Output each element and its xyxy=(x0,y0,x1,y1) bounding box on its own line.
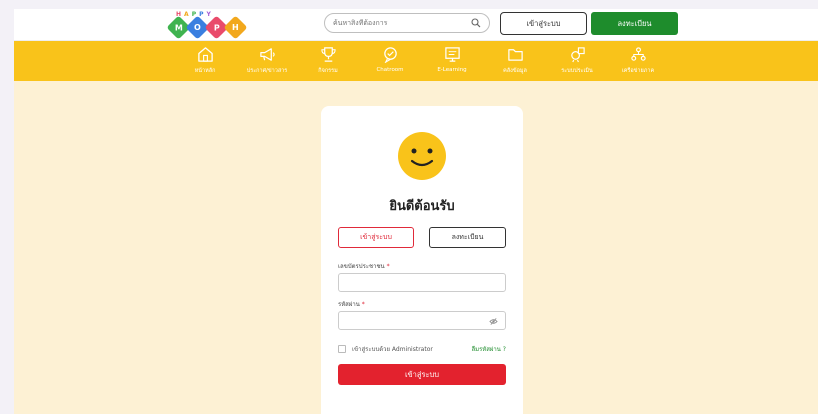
logo-letter: H xyxy=(232,22,239,32)
logo-letter: O xyxy=(194,23,201,32)
nav-label: E-Learning xyxy=(437,67,467,73)
chat-icon xyxy=(383,47,397,63)
happy-moph-logo[interactable]: HAPPY M O P H xyxy=(166,11,248,40)
nav-label: Chatroom xyxy=(376,67,404,73)
password-label-text: รหัสผ่าน xyxy=(338,301,360,308)
id-card-field xyxy=(338,273,506,296)
logo-letter: M xyxy=(174,23,183,32)
logo-gem-h: H xyxy=(223,15,248,40)
logo-letter: P xyxy=(213,23,220,32)
admin-checkbox-label: เข้าสู่ระบบด้วย Administrator xyxy=(352,346,433,353)
admin-login-row: เข้าสู่ระบบด้วย Administrator ลืมรหัสผ่า… xyxy=(338,343,506,355)
nav-item-news[interactable]: ประกาศ/ข่าวสาร xyxy=(235,44,299,78)
nav-label: กิจกรรม xyxy=(318,68,338,74)
logo-word-letter: P xyxy=(199,11,207,18)
trophy-icon xyxy=(320,47,336,62)
required-mark: * xyxy=(386,263,390,270)
nav-item-chatroom[interactable]: Chatroom xyxy=(358,44,422,78)
id-card-input[interactable] xyxy=(339,279,505,296)
nav-item-assessment[interactable]: ระบบประเมิน xyxy=(545,44,609,78)
smiley-icon xyxy=(398,132,446,180)
tab-register[interactable]: ลงทะเบียน xyxy=(429,227,506,248)
assessment-icon xyxy=(570,47,585,63)
submit-login-button[interactable]: เข้าสู่ระบบ xyxy=(338,364,506,385)
elearning-icon xyxy=(444,47,460,62)
nav-item-network[interactable]: เครือข่ายภาค xyxy=(606,44,670,78)
page-frame: HAPPY M O P H เข้าสู่ระบบ ลงทะเบียน หน้า… xyxy=(14,9,818,414)
nav-item-activities[interactable]: กิจกรรม xyxy=(296,44,360,78)
header-register-button[interactable]: ลงทะเบียน xyxy=(591,12,678,35)
id-card-label: เลขบัตรประชาชน * xyxy=(338,261,390,271)
search-icon[interactable] xyxy=(471,18,481,28)
nav-label: ระบบประเมิน xyxy=(561,68,593,74)
home-icon xyxy=(197,47,213,62)
id-card-label-text: เลขบัตรประชาชน xyxy=(338,263,385,270)
login-card: ยินดีต้อนรับ เข้าสู่ระบบ ลงทะเบียน เลขบั… xyxy=(321,106,523,414)
main-nav: หน้าหลัก ประกาศ/ข่าวสาร กิจกรรม Chatroom… xyxy=(14,41,818,81)
admin-checkbox[interactable] xyxy=(338,345,346,353)
required-mark: * xyxy=(361,301,365,308)
folder-icon xyxy=(507,49,523,61)
logo-word-letter: Y xyxy=(206,11,214,18)
top-bar: HAPPY M O P H เข้าสู่ระบบ ลงทะเบียน xyxy=(14,9,818,41)
nav-label: ประกาศ/ข่าวสาร xyxy=(246,68,288,74)
nav-item-library[interactable]: คลังข้อมูล xyxy=(483,44,547,78)
nav-label: คลังข้อมูล xyxy=(503,68,527,74)
header-login-button[interactable]: เข้าสู่ระบบ xyxy=(500,12,587,35)
nav-label: เครือข่ายภาค xyxy=(621,68,655,74)
password-label: รหัสผ่าน * xyxy=(338,299,365,309)
nav-label: หน้าหลัก xyxy=(194,68,216,74)
forgot-password-link[interactable]: ลืมรหัสผ่าน ? xyxy=(471,344,506,354)
welcome-title: ยินดีต้อนรับ xyxy=(389,199,455,214)
eye-slash-icon[interactable] xyxy=(489,317,498,326)
search-input[interactable] xyxy=(333,19,471,27)
megaphone-icon xyxy=(259,48,275,61)
tab-login[interactable]: เข้าสู่ระบบ xyxy=(338,227,414,248)
network-icon xyxy=(630,47,646,61)
nav-item-elearning[interactable]: E-Learning xyxy=(420,44,484,78)
password-input[interactable] xyxy=(339,317,505,334)
nav-item-home[interactable]: หน้าหลัก xyxy=(173,44,237,78)
logo-word-letter: A xyxy=(184,11,192,18)
search-box xyxy=(324,13,490,33)
password-field xyxy=(338,311,506,334)
